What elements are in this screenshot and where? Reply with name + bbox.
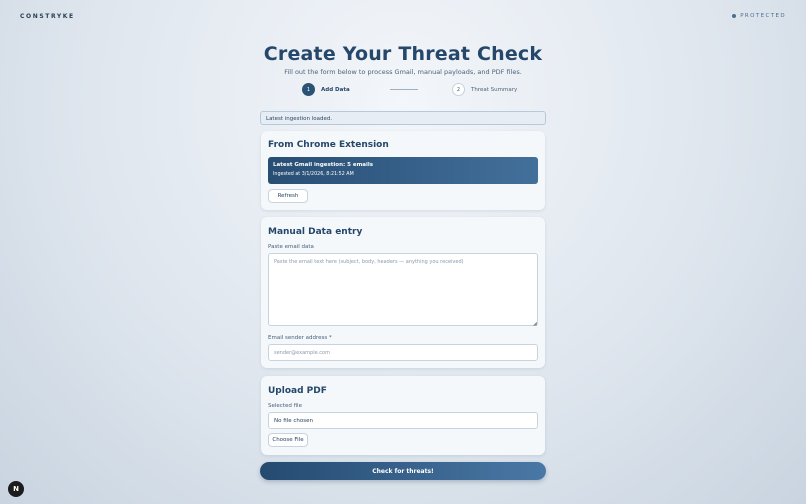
step-number: 2: [452, 83, 465, 96]
card-heading: Upload PDF: [268, 386, 327, 396]
check-threats-button[interactable]: Check for threats!: [260, 462, 546, 480]
refresh-button[interactable]: Refresh: [268, 189, 308, 203]
email-data-label: Paste email data: [268, 244, 314, 250]
ingestion-banner: Latest Gmail ingestion: 5 emails Ingeste…: [268, 157, 538, 184]
upload-pdf-card: Upload PDF Selected file No file chosen …: [261, 376, 545, 455]
resize-handle-icon[interactable]: ◢: [533, 321, 537, 327]
card-heading: From Chrome Extension: [268, 140, 389, 150]
stepper: 1 Add Data 2 Threat Summary: [302, 83, 522, 97]
page-subtitle: Fill out the form below to process Gmail…: [284, 68, 522, 76]
sender-email-input[interactable]: [268, 344, 538, 361]
status-dot-icon: [732, 14, 737, 18]
card-heading: Manual Data entry: [268, 227, 363, 237]
step-label: Threat Summary: [471, 86, 518, 93]
chrome-extension-card: From Chrome Extension Latest Gmail inges…: [261, 131, 545, 210]
choose-file-button[interactable]: Choose File: [268, 433, 308, 447]
ingestion-time: Ingested at 3/1/2026, 8:21:52 AM: [273, 172, 354, 177]
step-threat-summary: 2 Threat Summary: [452, 83, 517, 96]
manual-entry-card: Manual Data entry Paste email data ◢ Ema…: [261, 217, 545, 368]
status-label: PROTECTED: [740, 13, 786, 19]
page-title: Create Your Threat Check: [263, 43, 543, 65]
selected-file-display: No file chosen: [268, 412, 538, 429]
brand-logo: CONSTRYKE: [20, 13, 75, 20]
step-label: Add Data: [321, 86, 350, 93]
step-add-data: 1 Add Data: [302, 83, 350, 96]
email-data-textarea[interactable]: [268, 253, 538, 326]
step-connector: [390, 89, 418, 90]
framework-badge-icon[interactable]: N: [8, 481, 24, 497]
protection-status: PROTECTED: [732, 13, 786, 19]
sender-label: Email sender address *: [268, 335, 332, 341]
ingestion-title: Latest Gmail ingestion: 5 emails: [273, 162, 374, 168]
step-number: 1: [302, 83, 315, 96]
selected-file-label: Selected file: [268, 403, 302, 409]
status-notice: Latest ingestion loaded.: [260, 111, 546, 125]
